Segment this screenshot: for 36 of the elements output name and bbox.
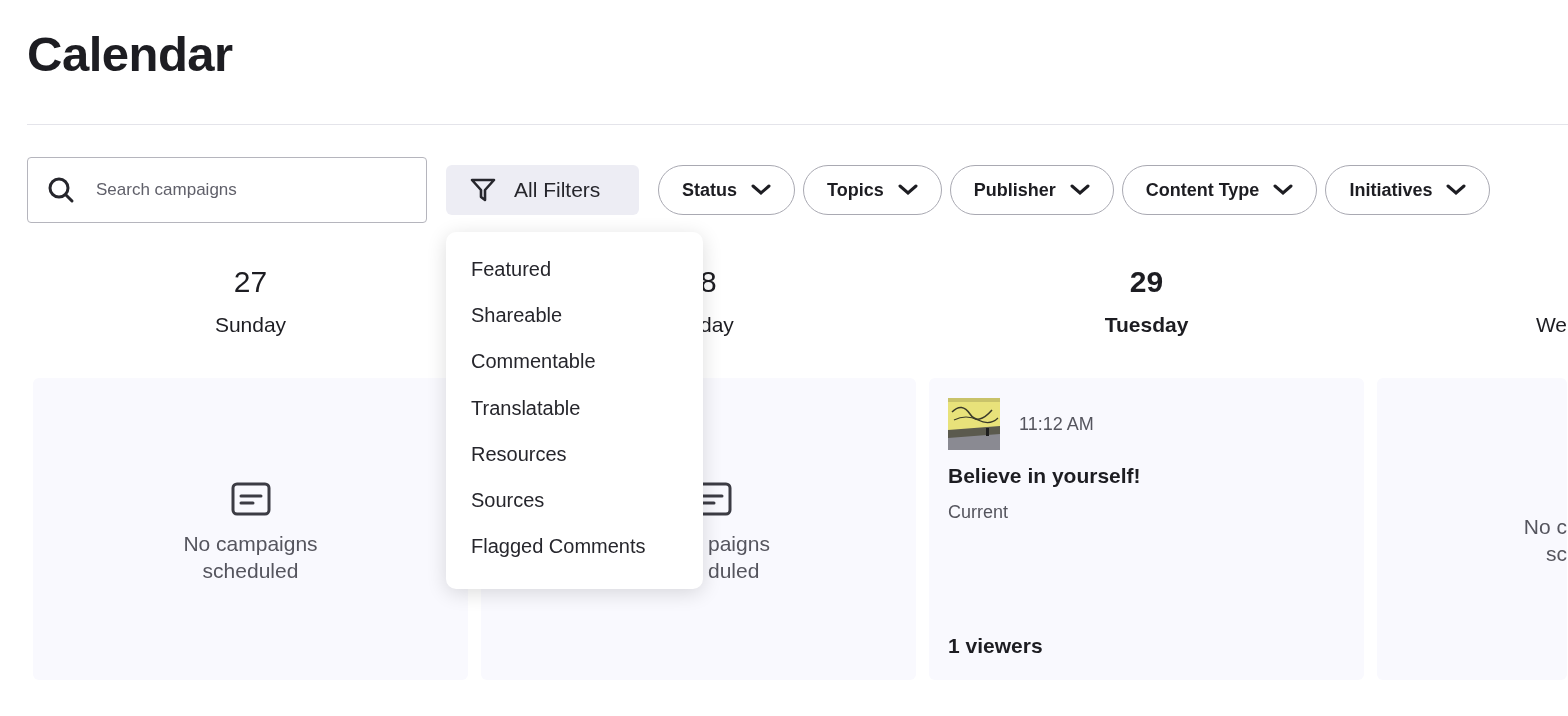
search-icon <box>47 176 75 204</box>
campaign-time: 11:12 AM <box>1019 413 1094 435</box>
day-number: 29 <box>1129 265 1164 299</box>
day-number: 27 <box>233 265 268 299</box>
chevron-icon <box>1446 184 1467 196</box>
search-field[interactable]: Search campaigns <box>27 157 427 223</box>
chevron-icon <box>897 184 918 196</box>
campaign-title: Believe in yourself! <box>948 464 1142 488</box>
all-filters-button[interactable]: All Filters <box>446 165 639 215</box>
day-name: We <box>1535 313 1567 337</box>
campaign-card[interactable]: 11:12 AM Believe in yourself! Current 1 viewers <box>929 378 1364 680</box>
filter-menu-item[interactable]: Sources <box>446 483 703 531</box>
filter-menu-item[interactable]: Shareable <box>446 299 703 346</box>
campaign-status: Current <box>948 502 1010 523</box>
filter-menu-item[interactable]: Commentable <box>446 345 703 392</box>
empty-message: No c sc <box>1523 514 1567 567</box>
chevron-icon <box>751 184 771 196</box>
filter-dropdown[interactable]: Publisher <box>949 165 1114 215</box>
filter-dropdown[interactable]: Content Type <box>1121 165 1318 215</box>
chevron-icon <box>1069 184 1090 196</box>
filter-icon <box>470 177 496 203</box>
filter-menu-item[interactable]: Flagged Comments <box>446 530 703 577</box>
empty-message: paigns duled <box>707 531 770 584</box>
empty-message: No campaigns scheduled <box>183 531 318 584</box>
filter-menu-item[interactable]: Translatable <box>446 391 703 438</box>
viewer-count: 1 viewers <box>948 634 1044 658</box>
day-name: Tuesday <box>1104 313 1189 337</box>
filter-menu-item[interactable]: Featured <box>446 253 703 300</box>
chevron-icon <box>1273 184 1294 196</box>
filter-dropdown[interactable]: Initiatives <box>1325 165 1491 215</box>
message-icon <box>230 482 271 516</box>
page-title: Calendar <box>27 26 233 83</box>
filter-dropdown[interactable]: Status <box>658 165 795 215</box>
filter-menu-item[interactable]: Resources <box>446 437 703 484</box>
day-name: Sunday <box>214 313 287 337</box>
filter-dropdown[interactable]: Topics <box>803 165 942 215</box>
